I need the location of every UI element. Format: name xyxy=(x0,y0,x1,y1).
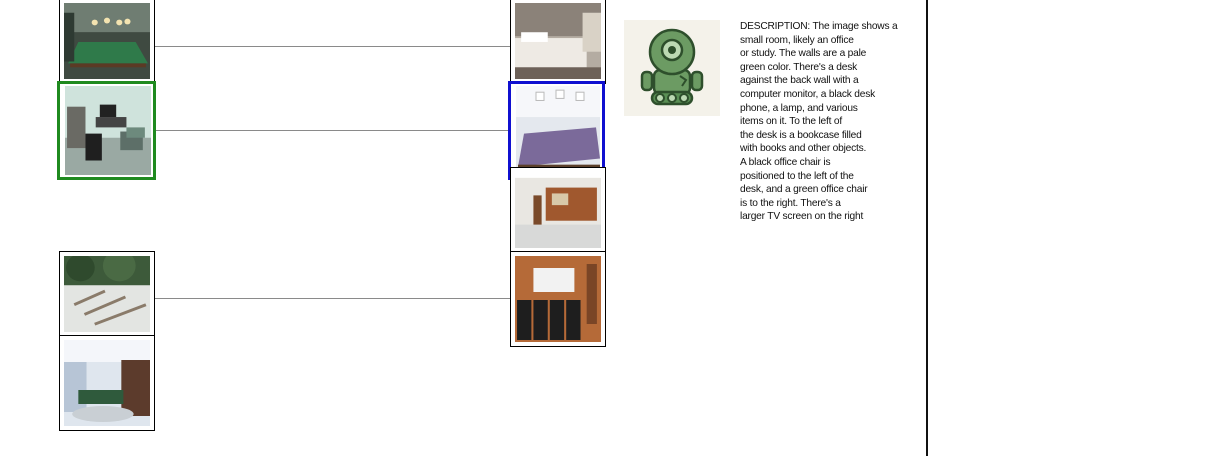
billiard-room-photo xyxy=(64,3,150,79)
connection-line xyxy=(155,298,512,299)
right-tile-home-theater[interactable] xyxy=(510,251,606,347)
right-tile-pool-table[interactable] xyxy=(508,81,605,180)
basement-bar-photo xyxy=(515,172,601,248)
connection-line xyxy=(155,130,512,131)
left-tile-billiard-room[interactable] xyxy=(59,0,155,84)
office-study-photo xyxy=(65,86,151,175)
left-tile-patio[interactable] xyxy=(59,251,155,337)
connection-line xyxy=(155,46,512,47)
bedroom-photo xyxy=(515,3,601,79)
left-tile-office-study[interactable] xyxy=(57,81,156,180)
pool-table-photo xyxy=(516,86,600,175)
right-tile-basement-bar[interactable] xyxy=(510,167,606,253)
image-description: DESCRIPTION: The image shows a small roo… xyxy=(740,21,898,223)
panel-divider xyxy=(926,0,928,456)
patio-loungers-photo xyxy=(64,256,150,332)
agent-avatar xyxy=(624,20,720,116)
living-room-photo xyxy=(64,340,150,426)
right-tile-bedroom[interactable] xyxy=(510,0,606,84)
home-theater-photo xyxy=(515,256,601,342)
left-tile-living-room[interactable] xyxy=(59,335,155,431)
robot-icon xyxy=(624,20,720,116)
